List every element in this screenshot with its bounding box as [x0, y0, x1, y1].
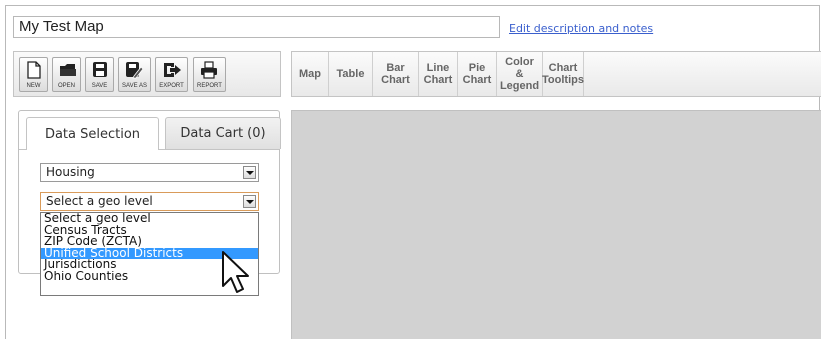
tab-chart-tooltips[interactable]: Chart Tooltips	[542, 52, 584, 96]
tab-data-cart[interactable]: Data Cart (0)	[165, 117, 281, 149]
geo-option[interactable]: Select a geo level	[41, 213, 258, 225]
tab-data-selection[interactable]: Data Selection	[26, 117, 159, 150]
tab-color-legend[interactable]: Color & Legend	[497, 52, 543, 96]
geo-level-select[interactable]: Select a geo level	[40, 192, 259, 211]
geo-option[interactable]: ZIP Code (ZCTA)	[41, 236, 258, 248]
save-button-label: SAVE	[91, 83, 108, 89]
tab-line-chart[interactable]: Line Chart	[419, 52, 458, 96]
topic-select-value: Housing	[46, 165, 95, 179]
tab-table[interactable]: Table	[329, 52, 373, 96]
map-canvas[interactable]	[291, 110, 821, 339]
export-button[interactable]: EXPORT	[155, 57, 188, 92]
report-button[interactable]: REPORT	[193, 57, 226, 92]
save-as-icon	[126, 62, 143, 79]
open-folder-icon	[60, 64, 76, 76]
save-button[interactable]: SAVE	[85, 57, 114, 92]
open-button[interactable]: OPEN	[52, 57, 81, 92]
export-icon	[164, 63, 181, 77]
new-button[interactable]: NEW	[19, 57, 48, 92]
report-button-label: REPORT	[197, 83, 222, 89]
printer-icon	[201, 61, 217, 79]
mouse-pointer-icon	[222, 251, 249, 293]
chevron-down-icon[interactable]	[243, 166, 256, 179]
file-toolbar: NEW OPEN SAVE SAVE AS EXPORT REPORT	[13, 51, 281, 97]
topic-select[interactable]: Housing	[40, 163, 259, 182]
edit-description-link[interactable]: Edit description and notes	[509, 22, 653, 35]
geo-option[interactable]: Census Tracts	[41, 225, 258, 237]
tab-pie-chart[interactable]: Pie Chart	[458, 52, 497, 96]
map-title-input[interactable]: My Test Map	[13, 16, 500, 38]
export-button-label: EXPORT	[159, 83, 184, 89]
geo-level-select-value: Select a geo level	[46, 194, 153, 208]
view-tab-bar: Map Table Bar Chart Line Chart Pie Chart…	[291, 51, 821, 97]
chevron-down-icon[interactable]	[243, 195, 256, 208]
save-as-button-label: SAVE AS	[122, 83, 147, 89]
save-as-button[interactable]: SAVE AS	[118, 57, 151, 92]
tab-bar-chart[interactable]: Bar Chart	[373, 52, 419, 96]
new-file-icon	[27, 61, 41, 79]
new-button-label: NEW	[26, 83, 41, 89]
tab-map[interactable]: Map	[292, 52, 329, 96]
save-disk-icon	[93, 62, 107, 77]
open-button-label: OPEN	[57, 83, 75, 89]
